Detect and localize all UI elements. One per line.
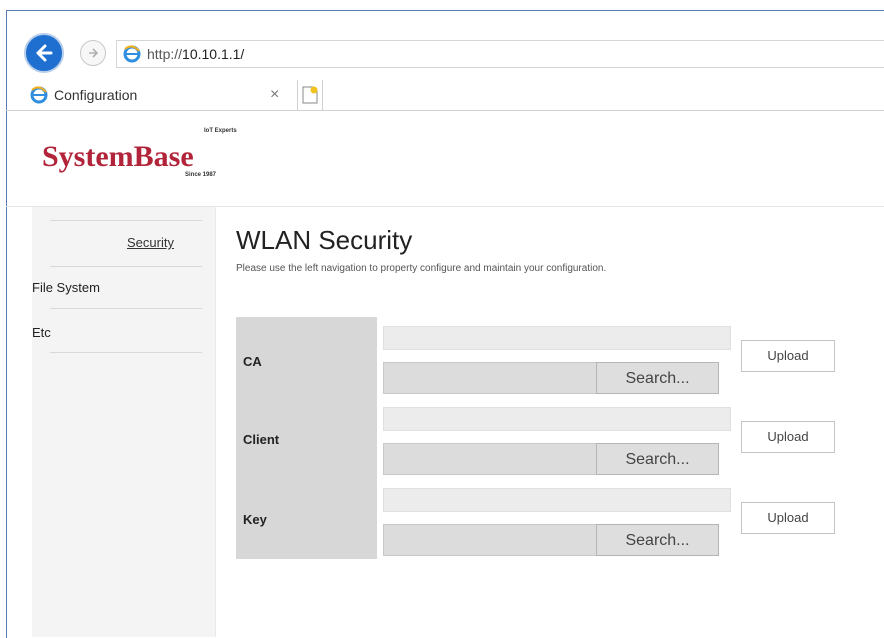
logo-wordmark: SystemBase [42,140,194,173]
address-bar[interactable]: http://10.10.1.1/ [116,40,884,68]
sidebar-divider [50,352,202,353]
row-label-client: Client [243,432,280,447]
sidebar: Security File System Etc [32,207,215,637]
ca-search-button[interactable]: Search... [596,362,719,394]
tab-close-icon[interactable]: × [270,86,279,104]
sidebar-border [215,207,216,637]
sidebar-divider [50,308,202,309]
key-upload-button[interactable]: Upload [741,502,835,534]
url-text: http://10.10.1.1/ [147,46,245,62]
page-subtitle: Please use the left navigation to proper… [236,263,607,274]
client-upload-button[interactable]: Upload [741,421,835,453]
sidebar-item-security[interactable]: Security [127,235,174,250]
key-search-button[interactable]: Search... [596,524,719,556]
row-label-ca: CA [243,354,262,369]
ca-path-field[interactable] [383,326,731,350]
forward-arrow-icon [89,48,99,58]
ca-upload-button[interactable]: Upload [741,340,835,372]
logo-since: Since 1987 [185,172,217,178]
row-label-key: Key [243,512,267,527]
ie-tab-icon [30,86,48,104]
sidebar-item-file-system[interactable]: File System [32,280,100,295]
tab-title: Configuration [54,87,138,103]
forward-button[interactable] [80,40,106,66]
back-button[interactable] [24,33,64,73]
ie-page-icon [123,45,141,63]
page-title: WLAN Security [236,225,413,255]
systembase-logo: SystemBase IoT Experts Since 1987 [42,128,262,184]
client-search-button[interactable]: Search... [596,443,719,475]
sidebar-divider [50,220,202,221]
new-tab-icon [302,86,318,104]
client-path-field[interactable] [383,407,731,431]
logo-tagline: IoT Experts [204,128,237,134]
tab-bar-divider [6,110,884,111]
browser-tab[interactable]: Configuration × [26,80,298,110]
sidebar-divider [50,266,202,267]
key-path-field[interactable] [383,488,731,512]
sidebar-item-etc[interactable]: Etc [32,325,51,340]
back-arrow-icon [36,44,53,62]
new-tab-button[interactable] [298,80,323,110]
